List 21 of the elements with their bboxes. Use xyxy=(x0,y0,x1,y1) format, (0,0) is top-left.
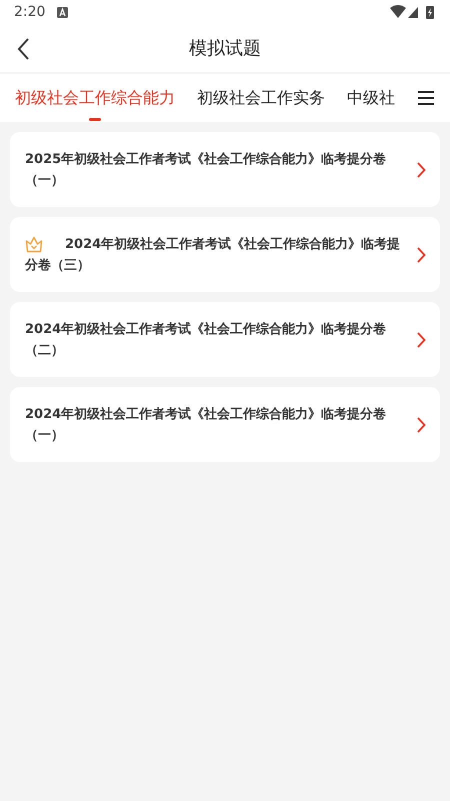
status-time: 2:20 xyxy=(14,4,46,20)
paper-title: 2024年初级社会工作者考试《社会工作综合能力》临考提分卷（二） xyxy=(25,320,388,360)
chevron-right-icon xyxy=(416,246,426,262)
category-tab[interactable]: 初级社会工作综合能力 xyxy=(8,74,182,122)
paper-card[interactable]: 2024年初级社会工作者考试《社会工作综合能力》临考提分卷（一） xyxy=(10,387,440,462)
category-tab[interactable]: 中级社 xyxy=(340,74,402,122)
page-title: 模拟试题 xyxy=(189,37,261,60)
paper-title: 2025年初级社会工作者考试《社会工作综合能力》临考提分卷（一） xyxy=(25,150,388,190)
paper-title: 2024年初级社会工作者考试《社会工作综合能力》临考提分卷（一） xyxy=(25,406,388,444)
notification-icon xyxy=(57,6,68,18)
status-icons xyxy=(390,5,436,19)
paper-card[interactable]: 2024年初级社会工作者考试《社会工作综合能力》临考提分卷（三） xyxy=(10,217,440,292)
chevron-right-icon xyxy=(416,416,426,432)
chevron-right-icon xyxy=(416,332,426,348)
paper-card[interactable]: 2025年初级社会工作者考试《社会工作综合能力》临考提分卷（一） xyxy=(10,132,440,207)
paper-title: 2024年初级社会工作者考试《社会工作综合能力》临考提分卷（三） xyxy=(25,236,402,274)
paper-card[interactable]: 2024年初级社会工作者考试《社会工作综合能力》临考提分卷（二） xyxy=(10,302,440,377)
back-icon xyxy=(16,37,30,61)
chevron-right-icon xyxy=(416,162,426,178)
menu-icon xyxy=(417,90,435,106)
category-tab[interactable]: 初级社会工作实务 xyxy=(190,74,332,122)
